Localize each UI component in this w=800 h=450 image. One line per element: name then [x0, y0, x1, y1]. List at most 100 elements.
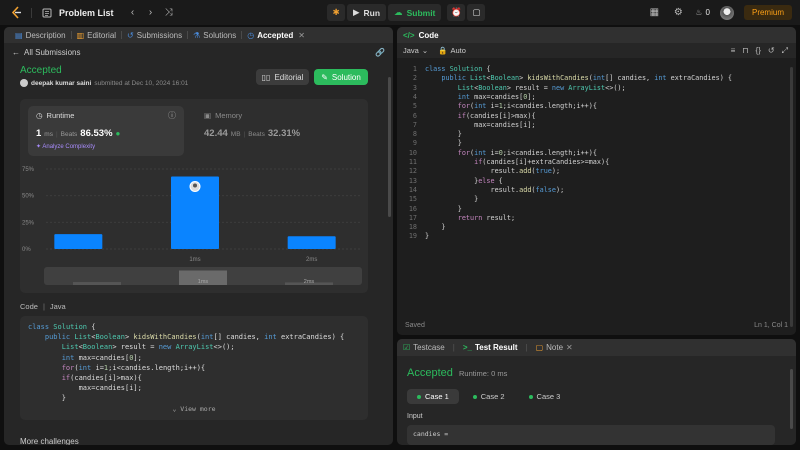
description-icon: ▤ [15, 30, 23, 40]
close-icon[interactable]: ✕ [298, 31, 305, 40]
editor-actions: ≡ ⊓ {} ↺ ⤢ [731, 43, 788, 58]
runtime-distribution-chart[interactable]: 0% 25% 50% 75% 1ms 2ms [20, 161, 368, 267]
share-link-icon[interactable]: 🔗 [375, 48, 385, 57]
info-icon[interactable]: ⓘ [168, 110, 176, 121]
tab-submissions[interactable]: ↺ Submissions [122, 31, 187, 40]
submit-button[interactable]: ☁ Submit [388, 4, 442, 21]
tab-testcase[interactable]: ☑ Testcase [403, 343, 445, 352]
timer-button[interactable]: ⏰ [447, 4, 466, 21]
reset-icon[interactable]: ↺ [768, 46, 775, 55]
code-label: Code | Java [20, 302, 66, 311]
settings-gear-icon[interactable]: ⚙ [671, 6, 685, 20]
language-value: Java [403, 46, 419, 55]
tab-label: Test Result [474, 343, 518, 352]
code-lang: Java [49, 302, 66, 311]
scrubber-graphic: 1ms 2ms [73, 270, 333, 285]
bookmark-icon[interactable]: ⊓ [742, 46, 748, 55]
code-preview-line: max=candies[i]; [78, 384, 142, 393]
problem-list-link[interactable]: Problem List [59, 8, 114, 18]
author-avatar[interactable] [20, 79, 28, 87]
memory-card[interactable]: ▣ Memory 42.44 MB | Beats 32.31% [196, 106, 356, 156]
pass-dot-icon [472, 394, 477, 399]
streak-counter[interactable]: ♨ 0 [695, 8, 710, 17]
result-scrollbar[interactable] [790, 369, 793, 429]
prev-problem-icon[interactable]: ‹ [126, 6, 140, 20]
next-problem-icon[interactable]: › [144, 6, 158, 20]
view-more-button[interactable]: ⌄ View more [20, 404, 368, 414]
editor-scrollbar[interactable] [790, 67, 793, 327]
code-line: result.add(true); [490, 167, 561, 176]
code-editor[interactable]: 1 class Solution {2 public List<Boolean> … [397, 63, 796, 313]
problem-list-icon[interactable] [40, 6, 54, 20]
runtime-card[interactable]: ◷ Runtime ⓘ 1 ms | Beats 86.53% ● ✦ Anal… [28, 106, 184, 156]
line-number: 18 [408, 223, 417, 232]
solution-button[interactable]: ✎ Solution [314, 69, 368, 85]
memory-title: ▣ Memory [204, 111, 242, 120]
leaf-badge-icon: ● [115, 129, 121, 138]
premium-button[interactable]: Premium [743, 5, 792, 20]
notes-button[interactable]: ▢ [467, 4, 486, 21]
left-scrollbar[interactable] [388, 77, 391, 217]
breadcrumb: ← All Submissions 🔗 [4, 43, 393, 61]
line-number: 19 [408, 232, 417, 241]
user-avatar[interactable] [719, 5, 734, 20]
tab-editorial[interactable]: ▥ Editorial [72, 31, 121, 40]
code-line: List<Boolean> result = new ArrayList<>()… [457, 83, 626, 92]
analyze-complexity-link[interactable]: ✦ Analyze Complexity [36, 143, 95, 150]
edit-pencil-icon: ✎ [321, 72, 328, 82]
tab-label: Solutions [203, 30, 237, 40]
close-icon[interactable]: ✕ [566, 343, 573, 352]
chart-bar-0ms[interactable] [54, 234, 103, 249]
run-button[interactable]: ▶ Run [347, 4, 387, 21]
chart-bar-2ms[interactable] [287, 236, 336, 249]
tab-test-result[interactable]: >_ Test Result [463, 343, 518, 352]
code-line: int max=candies[0]; [457, 92, 536, 101]
result-tab-bar: ☑ Testcase | >_ Test Result | ▢ Note ✕ [397, 339, 796, 356]
test-case-tabs: Case 1 Case 2 Case 3 [407, 389, 570, 404]
code-line: } [457, 130, 462, 139]
case-tab-3[interactable]: Case 3 [519, 389, 571, 404]
streak-count: 0 [705, 8, 710, 17]
code-preview-line: } [61, 394, 66, 403]
solution-label: Solution [331, 72, 361, 82]
runtime-unit: ms [44, 131, 53, 138]
case-tab-2[interactable]: Case 2 [463, 389, 515, 404]
value-divider: | [55, 131, 58, 138]
avatar-head [193, 183, 197, 188]
editorial-button[interactable]: ▯▯ Editorial [256, 69, 309, 85]
memory-title-label: Memory [215, 111, 243, 120]
code-line: if(candies[i]+extraCandies>=max){ [474, 158, 610, 166]
case-tab-1[interactable]: Case 1 [407, 389, 459, 404]
submitted-time: submitted at Dec 10, 2024 16:01 [94, 79, 189, 87]
tab-description[interactable]: ▤ Description [10, 31, 71, 40]
y-tick-label: 0% [22, 247, 31, 253]
expand-icon[interactable]: ⤢ [782, 46, 788, 56]
memory-unit: MB [230, 131, 241, 138]
editor-tab-bar: </> Code [397, 27, 796, 43]
tab-code[interactable]: Code [419, 31, 439, 40]
auto-mode-toggle[interactable]: 🔒 Auto [438, 46, 466, 55]
input-value-box: candies = [407, 425, 775, 445]
tab-solutions[interactable]: ⚗ Solutions [188, 31, 241, 40]
code-line: max=candies[i]; [474, 120, 536, 129]
tab-accepted[interactable]: ◷ Accepted ✕ [242, 31, 310, 40]
braces-icon[interactable]: {} [756, 46, 761, 55]
shuffle-icon[interactable]: ⤨ [162, 6, 176, 20]
tab-label: Testcase [413, 343, 445, 352]
author-name[interactable]: deepak kumar saini [31, 80, 91, 87]
tab-note[interactable]: ▢ Note ✕ [536, 343, 573, 352]
book-icon: ▥ [76, 30, 85, 40]
chevron-down-icon: ⌄ [172, 404, 177, 413]
leetcode-logo-icon[interactable] [10, 6, 23, 19]
y-tick-label: 25% [22, 220, 35, 226]
alarm-icon: ⏰ [451, 7, 462, 17]
debug-button[interactable]: ✱ [327, 4, 345, 21]
runtime-values: 1 ms | Beats 86.53% ● [36, 128, 120, 139]
chart-range-scrubber[interactable]: 1ms 2ms [44, 267, 362, 285]
layout-grid-icon[interactable]: ▦ [647, 6, 661, 20]
format-icon[interactable]: ≡ [731, 46, 736, 55]
language-select[interactable]: Java ⌄ [403, 46, 428, 55]
code-preview-line: if(candies[i]>max){ [61, 374, 142, 383]
back-to-submissions-link[interactable]: ← All Submissions [12, 48, 80, 57]
analyze-label: Analyze Complexity [42, 144, 96, 150]
